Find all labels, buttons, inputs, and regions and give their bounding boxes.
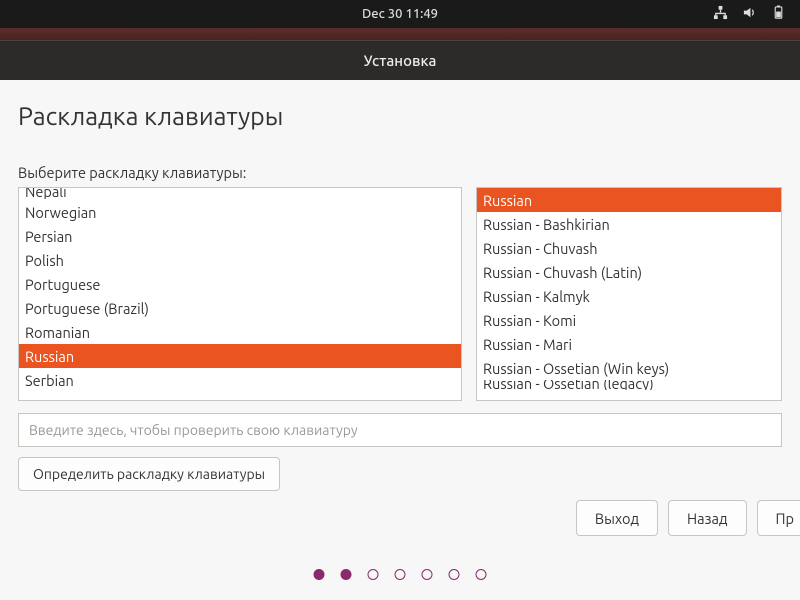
list-item[interactable]: Romanian [19, 320, 461, 344]
list-item[interactable]: Russian - Mari [477, 332, 781, 356]
progress-indicator [314, 569, 487, 580]
language-listbox[interactable]: Norwegian Persian Polish Portuguese Port… [18, 187, 462, 401]
layout-lists: Norwegian Persian Polish Portuguese Port… [18, 187, 782, 401]
list-item[interactable]: Russian - Chuvash (Latin) [477, 260, 781, 284]
system-tray [713, 5, 786, 23]
continue-button[interactable]: Пр [757, 500, 800, 536]
list-item[interactable]: Russian - Ossetian (Win keys) [477, 356, 781, 380]
list-item-selected[interactable]: Russian [477, 188, 781, 212]
quit-button[interactable]: Выход [576, 500, 658, 536]
variant-listbox[interactable]: Russian Russian - Bashkirian Russian - C… [476, 187, 782, 401]
list-item[interactable]: Portuguese (Brazil) [19, 296, 461, 320]
window-chrome [0, 28, 800, 40]
list-item-selected[interactable]: Russian [19, 344, 461, 368]
volume-icon[interactable] [742, 5, 757, 23]
list-item[interactable]: Persian [19, 224, 461, 248]
nav-buttons: Выход Назад Пр [576, 500, 800, 536]
list-item[interactable]: Russian - Kalmyk [477, 284, 781, 308]
progress-dot [314, 569, 325, 580]
window-title: Установка [364, 52, 437, 69]
keyboard-test-input[interactable] [18, 413, 782, 447]
page-title: Раскладка клавиатуры [18, 102, 782, 130]
list-item[interactable] [19, 188, 461, 200]
list-item[interactable]: Russian - Ossetian (legacy) [477, 380, 781, 390]
layout-prompt: Выберите раскладку клавиатуры: [18, 164, 782, 181]
network-icon[interactable] [713, 5, 728, 23]
progress-dot [341, 569, 352, 580]
window-titlebar: Установка [0, 40, 800, 80]
progress-dot [449, 569, 460, 580]
detect-layout-button[interactable]: Определить раскладку клавиатуры [18, 457, 280, 491]
battery-icon[interactable] [771, 5, 786, 23]
progress-dot [395, 569, 406, 580]
system-topbar: Dec 30 11:49 [0, 0, 800, 28]
list-item[interactable]: Serbian [19, 368, 461, 392]
progress-dot [422, 569, 433, 580]
clock: Dec 30 11:49 [362, 7, 438, 21]
back-button[interactable]: Назад [668, 500, 746, 536]
list-item[interactable]: Russian - Komi [477, 308, 781, 332]
progress-dot [368, 569, 379, 580]
list-item[interactable]: Norwegian [19, 200, 461, 224]
list-item[interactable]: Russian - Bashkirian [477, 212, 781, 236]
list-item[interactable]: Polish [19, 248, 461, 272]
list-item[interactable]: Russian - Chuvash [477, 236, 781, 260]
progress-dot [476, 569, 487, 580]
installer-page: Раскладка клавиатуры Выберите раскладку … [0, 80, 800, 491]
list-item[interactable]: Portuguese [19, 272, 461, 296]
